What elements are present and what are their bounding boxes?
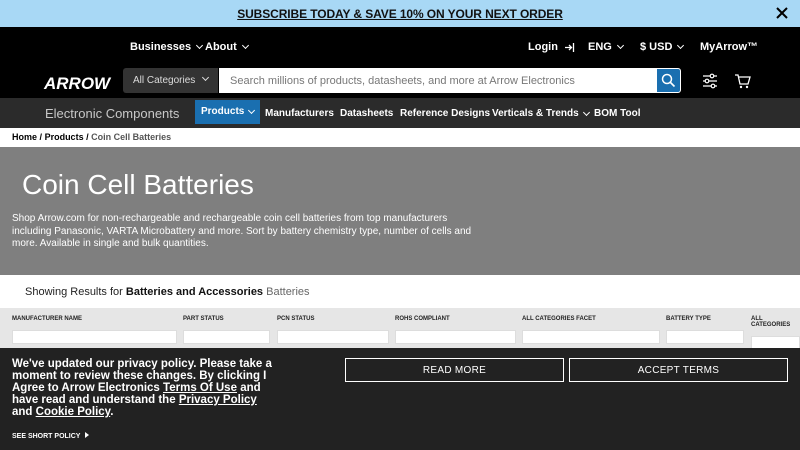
- search-button[interactable]: [656, 68, 681, 93]
- nav-manufacturers[interactable]: Manufacturers: [265, 108, 334, 119]
- nav-datasheets[interactable]: Datasheets: [340, 108, 393, 119]
- close-icon[interactable]: [774, 5, 790, 21]
- chevron-down-icon: [196, 41, 204, 50]
- breadcrumb-current: Coin Cell Batteries: [91, 132, 172, 142]
- breadcrumb-separator: /: [39, 132, 43, 142]
- login-icon: [564, 42, 575, 52]
- currency-label: $ USD: [640, 41, 673, 53]
- filter-label: ALL CATEGORIES: [751, 316, 791, 328]
- chevron-down-icon: [201, 73, 210, 82]
- chevron-down-icon: [248, 106, 256, 115]
- nav-verticals-trends[interactable]: Verticals & Trends: [492, 108, 590, 119]
- about-label: About: [205, 41, 237, 53]
- filter-select[interactable]: [395, 330, 516, 344]
- category-select[interactable]: All Categories: [123, 68, 218, 93]
- filter-select[interactable]: [277, 330, 389, 344]
- nav-bom-tool[interactable]: BOM Tool: [594, 108, 640, 119]
- category-nav: Electronic Components Products Manufactu…: [0, 98, 800, 128]
- caret-right-icon: [85, 432, 90, 438]
- subscribe-link[interactable]: SUBSCRIBE TODAY & SAVE 10% ON YOUR NEXT …: [237, 7, 563, 21]
- terms-link[interactable]: Terms Of Use: [163, 382, 237, 394]
- chevron-down-icon: [582, 108, 590, 116]
- filter-select[interactable]: [12, 330, 177, 344]
- filter-part-status[interactable]: PART STATUS: [183, 308, 270, 344]
- nav-products-label: Products: [201, 106, 245, 117]
- search-placeholder: Search millions of products, datasheets,…: [230, 74, 575, 87]
- page-title: Coin Cell Batteries: [22, 169, 254, 200]
- businesses-menu[interactable]: Businesses: [130, 41, 204, 53]
- nav-reference-designs-label: Reference Designs: [400, 108, 491, 119]
- nav-datasheets-label: Datasheets: [340, 108, 394, 119]
- login-label: Login: [528, 41, 558, 53]
- filter-label: ROHS COMPLIANT: [395, 316, 450, 322]
- top-nav: Businesses About Login ENG $ USD MyArrow…: [0, 27, 800, 68]
- nav-manufacturers-label: Manufacturers: [265, 108, 334, 119]
- privacy-text: and: [12, 406, 33, 418]
- filter-all-categories[interactable]: ALL CATEGORIES: [751, 308, 800, 350]
- search-icon: [661, 73, 676, 88]
- language-label: ENG: [588, 41, 612, 53]
- filter-label: PCN STATUS: [277, 316, 315, 322]
- category-hero: Coin Cell Batteries Shop Arrow.com for n…: [0, 147, 800, 275]
- privacy-message: We've updated our privacy policy. Please…: [12, 358, 277, 418]
- category-description: Shop Arrow.com for non-rechargeable and …: [12, 213, 472, 249]
- filter-label: PART STATUS: [183, 316, 224, 322]
- filter-manufacturer[interactable]: MANUFACTURER NAME: [12, 308, 177, 344]
- filter-all-categories-facet[interactable]: ALL CATEGORIES FACET: [522, 308, 660, 344]
- login-link[interactable]: Login: [528, 41, 575, 53]
- breadcrumb: Home / Products / Coin Cell Batteries: [0, 128, 800, 147]
- privacy-text: .: [110, 406, 114, 418]
- breadcrumb-products[interactable]: Products: [45, 132, 84, 142]
- arrow-logo[interactable]: ARROW: [44, 74, 110, 94]
- chevron-down-icon: [241, 41, 249, 50]
- electronic-components-title: Electronic Components: [45, 106, 180, 121]
- results-subcategory: Batteries: [266, 286, 310, 298]
- privacy-policy-link[interactable]: Privacy Policy: [179, 394, 257, 406]
- results-summary: Showing Results for Batteries and Access…: [0, 275, 800, 308]
- about-menu[interactable]: About: [205, 41, 249, 53]
- read-more-button[interactable]: READ MORE: [345, 358, 564, 382]
- myarrow-link[interactable]: MyArrow™: [700, 41, 758, 53]
- filter-select[interactable]: [183, 330, 270, 344]
- search-input[interactable]: Search millions of products, datasheets,…: [219, 68, 657, 93]
- category-select-label: All Categories: [133, 75, 196, 86]
- nav-reference-designs[interactable]: Reference Designs: [400, 108, 490, 119]
- promo-banner: SUBSCRIBE TODAY & SAVE 10% ON YOUR NEXT …: [0, 0, 800, 27]
- cookie-policy-link[interactable]: Cookie Policy: [36, 406, 111, 418]
- businesses-label: Businesses: [130, 41, 192, 53]
- results-category[interactable]: Batteries and Accessories: [126, 286, 263, 298]
- chevron-down-icon: [616, 41, 624, 50]
- breadcrumb-separator: /: [86, 132, 89, 142]
- main-header: ARROW All Categories Search millions of …: [0, 68, 800, 98]
- filter-label: MANUFACTURER NAME: [12, 316, 82, 322]
- nav-bom-tool-label: BOM Tool: [594, 108, 641, 119]
- accept-terms-button[interactable]: ACCEPT TERMS: [569, 358, 788, 382]
- language-menu[interactable]: ENG: [588, 41, 624, 53]
- nav-verticals-trends-label: Verticals & Trends: [492, 108, 579, 119]
- filter-rohs[interactable]: ROHS COMPLIANT: [395, 308, 516, 344]
- currency-menu[interactable]: $ USD: [640, 41, 685, 53]
- filter-pcn-status[interactable]: PCN STATUS: [277, 308, 389, 344]
- nav-products[interactable]: Products: [195, 100, 261, 124]
- chevron-down-icon: [677, 41, 685, 50]
- settings-sliders-icon[interactable]: [701, 72, 719, 90]
- short-policy-label: SEE SHORT POLICY: [12, 433, 81, 440]
- breadcrumb-home[interactable]: Home: [12, 132, 37, 142]
- filter-label: ALL CATEGORIES FACET: [522, 316, 596, 322]
- short-policy-link[interactable]: SEE SHORT POLICY: [12, 432, 90, 440]
- results-prefix: Showing Results for: [25, 286, 123, 298]
- privacy-banner: We've updated our privacy policy. Please…: [0, 348, 800, 450]
- filter-select[interactable]: [522, 330, 660, 344]
- filter-label: BATTERY TYPE: [666, 316, 711, 322]
- filter-select[interactable]: [666, 330, 744, 344]
- myarrow-label: MyArrow™: [700, 41, 759, 53]
- filter-battery-type[interactable]: BATTERY TYPE: [666, 308, 744, 344]
- cart-icon[interactable]: [734, 72, 752, 90]
